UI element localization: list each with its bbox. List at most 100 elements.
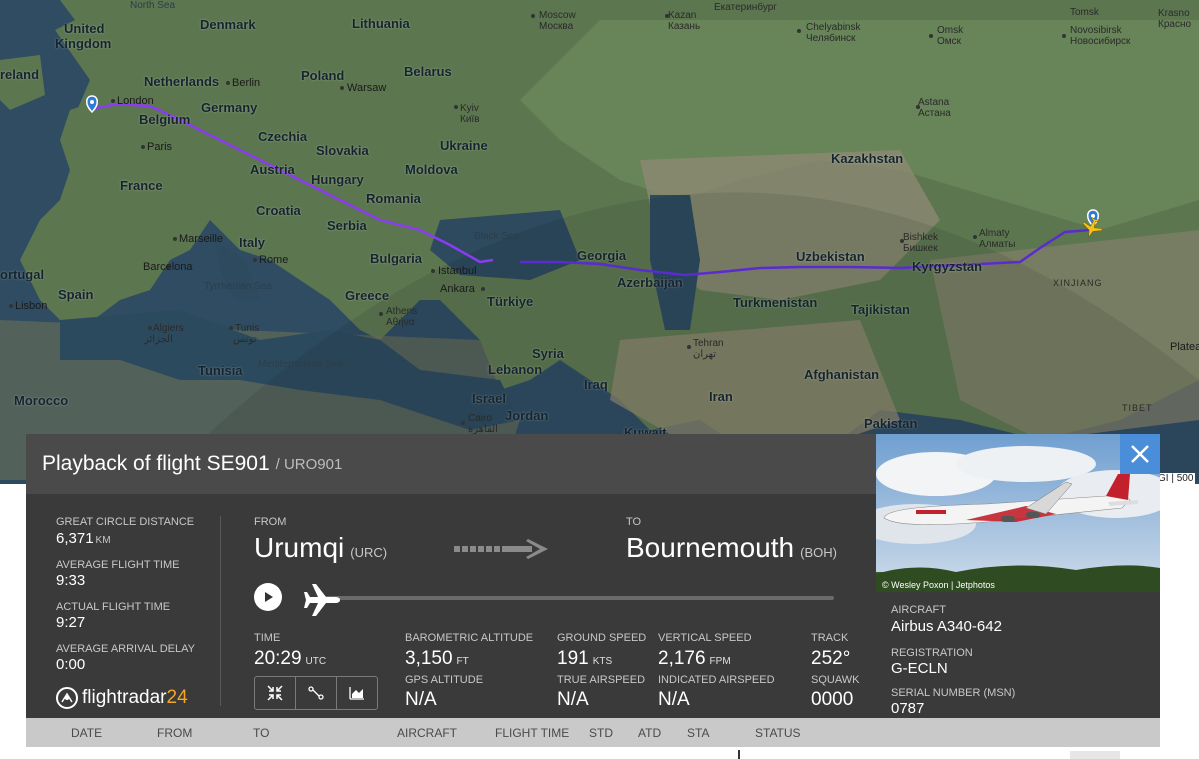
- time-label: TIME: [254, 632, 281, 644]
- flightradar24-logo[interactable]: flightradar 24: [56, 687, 188, 709]
- column-date[interactable]: DATE: [71, 726, 102, 740]
- track-label: TRACK: [811, 632, 849, 644]
- map-label-tehran-local: تهران: [693, 349, 717, 360]
- expand-view-button[interactable]: [255, 677, 296, 709]
- route-view-button[interactable]: [296, 677, 337, 709]
- map-label-novosibirsk-local: Новосибирск: [1070, 36, 1131, 47]
- squawk-value: 0000: [811, 689, 854, 710]
- map-label-pakistan: Pakistan: [864, 416, 918, 431]
- map-label-syria: Syria: [532, 346, 564, 361]
- map-label-chelyabinsk-local: Челябинск: [806, 33, 856, 44]
- column-aircraft[interactable]: AIRCRAFT: [397, 726, 457, 740]
- map-label-tajikistan: Tajikistan: [851, 302, 911, 317]
- destination-airport[interactable]: Bournemouth (BOH): [626, 532, 837, 564]
- playback-panel: Playback of flight SE901 / URO901 GREAT …: [26, 434, 876, 718]
- time-unit: UTC: [305, 656, 327, 667]
- map-label-astana-local: Астана: [918, 108, 951, 119]
- indicated-airspeed-label: INDICATED AIRSPEED: [658, 674, 775, 686]
- map-label-serbia: Serbia: [327, 218, 367, 233]
- flight-stats: GREAT CIRCLE DISTANCE 6,371 KM AVERAGE FL…: [26, 494, 220, 718]
- map-label-tunisia: Tunisia: [198, 363, 243, 378]
- map-label-paris: Paris: [147, 141, 173, 153]
- map-label-turkiye: Türkiye: [487, 294, 534, 309]
- vertical-speed-label: VERTICAL SPEED: [658, 632, 752, 644]
- map-label-tunis: Tunis: [235, 323, 260, 334]
- map-label-almaty: Almaty: [979, 228, 1010, 239]
- great-circle-value: 6,371 KM: [56, 530, 111, 547]
- map-label-poland: Poland: [301, 68, 345, 83]
- origin-airport[interactable]: Urumqi (URC): [254, 532, 387, 564]
- baro-alt-label: BAROMETRIC ALTITUDE: [405, 632, 534, 644]
- map-label-athens: Athens: [386, 306, 418, 317]
- map-label-cairo: Cairo: [468, 413, 492, 424]
- map-label-slovakia: Slovakia: [316, 143, 369, 158]
- table-row-action[interactable]: [1070, 751, 1120, 759]
- gps-alt-label: GPS ALTITUDE: [405, 674, 484, 686]
- column-status[interactable]: STATUS: [755, 726, 801, 740]
- map-label-almaty-local: Алматы: [979, 239, 1016, 250]
- map-label-tomsk: Tomsk: [1070, 7, 1099, 18]
- logo-number: 24: [166, 687, 188, 708]
- map-label-italy: Italy: [239, 235, 266, 250]
- column-from[interactable]: FROM: [157, 726, 192, 740]
- close-icon: [1131, 445, 1149, 463]
- ground-speed-label: GROUND SPEED: [557, 632, 647, 644]
- map-label-france: France: [120, 178, 163, 193]
- playback-scrubber-airplane-icon[interactable]: [302, 580, 342, 620]
- map-label-ankara: Ankara: [440, 283, 475, 295]
- map-label-turkmenistan: Turkmenistan: [733, 295, 818, 310]
- great-circle-label: GREAT CIRCLE DISTANCE: [56, 516, 195, 528]
- flight-map[interactable]: North Sea United Kingdom reland Denmark …: [0, 0, 1199, 484]
- map-label-ireland: reland: [0, 67, 40, 82]
- true-airspeed-label: TRUE AIRSPEED: [557, 674, 646, 686]
- map-label-tunis-local: تونس: [233, 334, 257, 345]
- play-button[interactable]: [254, 583, 282, 611]
- map-label-plateau: Plateau: [1170, 341, 1199, 353]
- baro-alt-number: 3,150: [405, 648, 453, 669]
- map-label-marseille: Marseille: [179, 233, 224, 245]
- great-circle-unit: KM: [95, 535, 111, 546]
- column-to[interactable]: TO: [253, 726, 269, 740]
- map-label-north-sea: North Sea: [130, 0, 176, 11]
- route-icon: [308, 686, 324, 700]
- ground-speed-unit: KTS: [592, 656, 613, 667]
- logo-text: flightradar: [82, 687, 167, 708]
- gps-alt-value: N/A: [405, 689, 437, 710]
- aircraft-photo[interactable]: © Wesley Poxon | Jetphotos: [876, 434, 1160, 592]
- map-label-germany: Germany: [201, 100, 258, 115]
- map-label-algiers-local: الجزائر: [144, 334, 173, 345]
- close-button[interactable]: [1120, 434, 1160, 474]
- map-label-omsk-local: Омск: [937, 36, 962, 47]
- map-label-greece: Greece: [345, 288, 390, 303]
- photo-credit[interactable]: © Wesley Poxon | Jetphotos: [882, 580, 995, 590]
- playback-timeline[interactable]: [322, 596, 834, 600]
- destination-code: (BOH): [800, 545, 837, 560]
- great-circle-number: 6,371: [56, 530, 94, 547]
- map-label-belgium: Belgium: [139, 112, 191, 127]
- map-label-bulgaria: Bulgaria: [370, 251, 423, 266]
- destination-city: Bournemouth: [626, 532, 795, 563]
- vertical-speed-unit: FPM: [709, 656, 731, 667]
- column-sta[interactable]: STA: [687, 726, 709, 740]
- avg-flight-time-value: 9:33: [56, 572, 86, 589]
- panel-header: Playback of flight SE901 / URO901: [26, 434, 876, 494]
- column-std[interactable]: STD: [589, 726, 613, 740]
- map-label-belarus: Belarus: [404, 64, 452, 79]
- route-arrow-icon: [454, 539, 548, 559]
- map-label-iraq: Iraq: [584, 377, 608, 392]
- view-controls: [254, 676, 378, 710]
- column-flight-time[interactable]: FLIGHT TIME: [495, 726, 569, 740]
- aircraft-label: AIRCRAFT: [891, 604, 946, 616]
- map-label-warsaw: Warsaw: [347, 82, 387, 94]
- map-label-chelyabinsk: Chelyabinsk: [806, 22, 861, 33]
- column-atd[interactable]: ATD: [638, 726, 661, 740]
- map-label-algiers: Algiers: [153, 323, 184, 334]
- map-label-netherlands: Netherlands: [144, 74, 220, 89]
- map-label-iran: Iran: [709, 389, 733, 404]
- map-label-bishkek: Bishkek: [903, 232, 939, 243]
- serial-label: SERIAL NUMBER (MSN): [891, 687, 1016, 699]
- map-label-kazakhstan: Kazakhstan: [831, 151, 904, 166]
- map-label-xinjiang: XINJIANG: [1053, 278, 1103, 288]
- panel-divider: [220, 516, 221, 706]
- altitude-graph-button[interactable]: [337, 677, 377, 709]
